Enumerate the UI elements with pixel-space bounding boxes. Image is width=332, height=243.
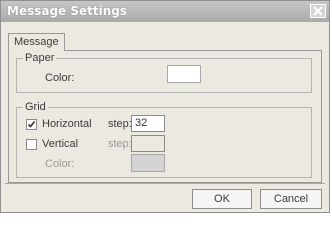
tab-message-label: Message bbox=[14, 36, 59, 48]
message-settings-dialog: Message Settings Message Paper Color: Gr… bbox=[0, 0, 330, 213]
dialog-title: Message Settings bbox=[7, 4, 128, 18]
grid-group: Grid Horizontal step: 32 Vertical step: … bbox=[16, 101, 312, 178]
title-bar[interactable]: Message Settings bbox=[1, 1, 329, 22]
grid-color-swatch[interactable] bbox=[131, 154, 165, 172]
vertical-step-label: step: bbox=[108, 138, 132, 150]
vertical-step-input[interactable] bbox=[131, 135, 165, 152]
checkmark-icon bbox=[27, 121, 36, 128]
paper-color-label: Color: bbox=[45, 72, 75, 84]
ok-button[interactable]: OK bbox=[192, 189, 252, 209]
vertical-checkbox[interactable] bbox=[26, 139, 37, 150]
tab-message[interactable]: Message bbox=[8, 33, 65, 51]
paper-color-swatch[interactable] bbox=[167, 65, 201, 83]
paper-group-legend: Paper bbox=[23, 52, 57, 64]
close-x-icon bbox=[313, 6, 323, 16]
horizontal-checkbox[interactable] bbox=[26, 119, 37, 130]
vertical-label: Vertical bbox=[42, 138, 79, 150]
tab-panel-message: Paper Color: Grid Horizontal step: 32 Ve… bbox=[8, 50, 322, 183]
horizontal-step-input[interactable]: 32 bbox=[131, 115, 165, 132]
cancel-button[interactable]: Cancel bbox=[260, 189, 322, 209]
grid-group-legend: Grid bbox=[23, 101, 48, 113]
button-separator bbox=[5, 183, 325, 184]
horizontal-step-label: step: bbox=[108, 118, 132, 130]
grid-color-label: Color: bbox=[45, 158, 75, 170]
horizontal-label: Horizontal bbox=[42, 118, 92, 130]
paper-group: Paper Color: bbox=[16, 52, 312, 93]
close-button[interactable] bbox=[310, 4, 326, 18]
